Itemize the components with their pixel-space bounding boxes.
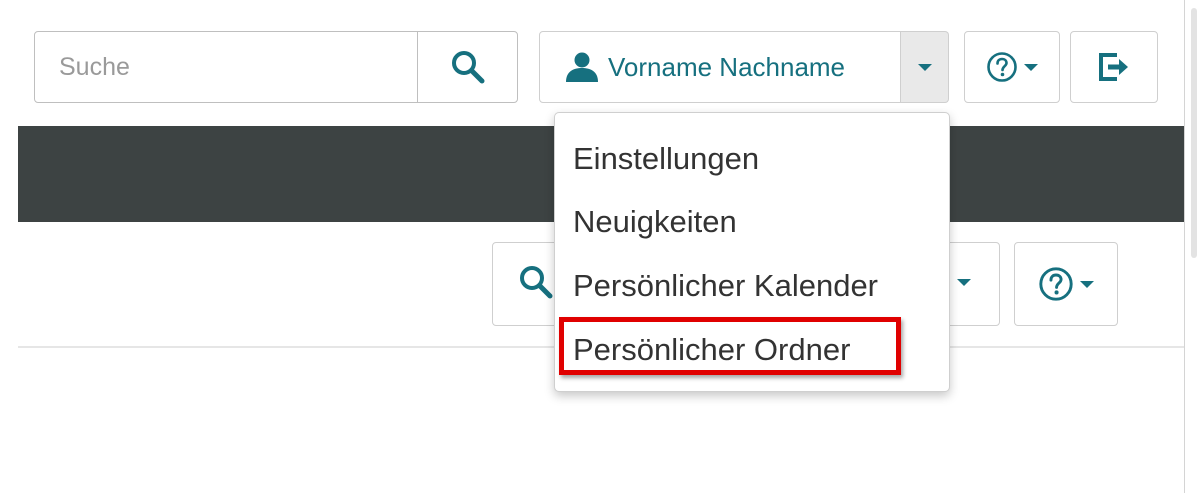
toolbar-help-button[interactable]	[1014, 242, 1118, 326]
menu-item-neuigkeiten[interactable]: Neuigkeiten	[573, 204, 737, 240]
top-header: Vorname Nachname	[18, 0, 1186, 126]
help-button[interactable]	[964, 31, 1060, 103]
caret-down-icon	[1080, 280, 1094, 288]
logout-button[interactable]	[1070, 31, 1158, 103]
user-dropdown-menu: Einstellungen Neuigkeiten Persönlicher K…	[554, 112, 950, 392]
scrollbar-thumb[interactable]	[1191, 8, 1197, 258]
search-button[interactable]	[417, 32, 517, 102]
user-menu-toggle[interactable]	[901, 31, 949, 103]
menu-item-persoenlicher-ordner[interactable]: Persönlicher Ordner	[573, 332, 850, 368]
scrollbar[interactable]	[1184, 0, 1202, 493]
caret-down-icon	[1024, 63, 1038, 71]
caret-down-icon	[957, 279, 971, 286]
logout-icon	[1099, 53, 1128, 81]
app-window: Vorname Nachname	[18, 0, 1186, 493]
caret-down-icon	[917, 63, 932, 71]
user-menu-button[interactable]: Vorname Nachname	[539, 31, 901, 103]
search-input[interactable]	[35, 32, 417, 102]
search-box	[34, 31, 518, 103]
help-circle-icon	[987, 52, 1017, 82]
menu-item-persoenlicher-kalender[interactable]: Persönlicher Kalender	[573, 268, 878, 304]
search-icon	[451, 51, 484, 84]
menu-item-einstellungen[interactable]: Einstellungen	[573, 141, 759, 177]
search-icon	[520, 266, 553, 299]
user-icon	[566, 52, 598, 82]
user-name: Vorname Nachname	[608, 51, 846, 82]
help-circle-icon	[1039, 267, 1073, 301]
